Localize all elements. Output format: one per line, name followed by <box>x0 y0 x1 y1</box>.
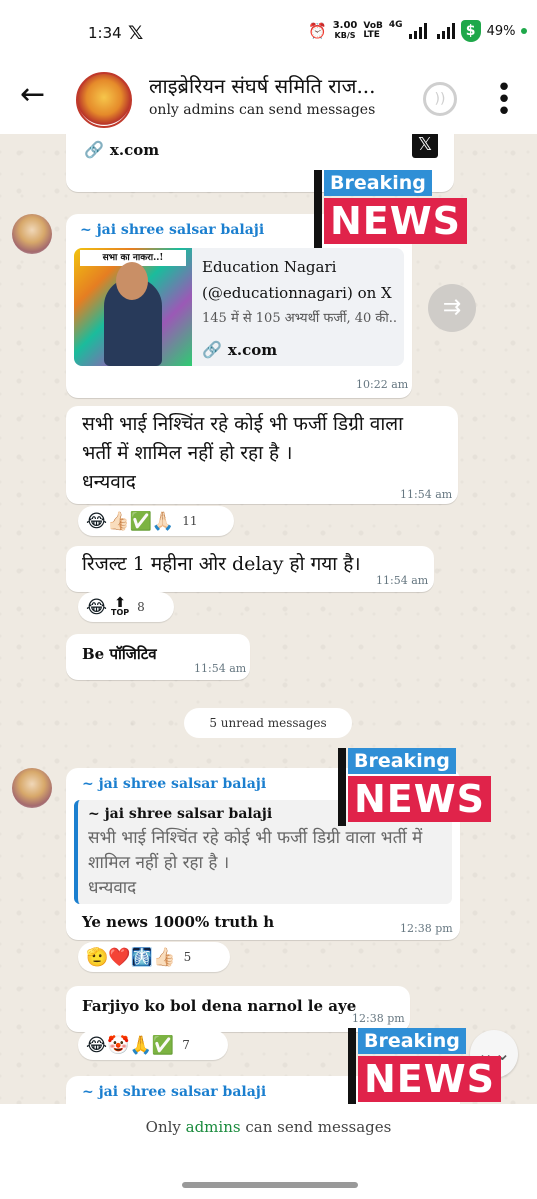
message-time: 10:22 am <box>356 378 409 391</box>
message-text: रिजल्ट 1 महीना ओर delay हो गया है। <box>82 553 361 575</box>
breaking-news-overlay: Breaking NEWS <box>348 1028 508 1104</box>
status-time: 1:34 <box>88 24 122 42</box>
overlay-bar <box>348 1028 356 1104</box>
sender-avatar[interactable] <box>12 768 52 808</box>
footer-bar: Only admins can send messages <box>0 1104 537 1199</box>
message-reactions[interactable]: 😂 ⬆ TOP 8 <box>78 592 174 622</box>
signal-icon-2 <box>436 23 455 39</box>
quoted-text: सभी भाई निश्चिंत रहे कोई भी फर्जी डिग्री… <box>88 828 423 898</box>
message-reactions[interactable]: 🫡❤️🩻👍🏻 5 <box>78 942 230 972</box>
breaking-label: Breaking <box>324 170 432 196</box>
link-icon: 🔗 <box>202 340 222 359</box>
battery-level: 49% <box>486 23 516 39</box>
message-text: Be पॉजिटिव <box>82 645 157 663</box>
message-text: Farjiyo ko bol dena narnol le aye <box>82 997 357 1015</box>
alarm-icon: ⏰ <box>308 22 327 40</box>
reaction-emojis: 😂🤡🙏✅ <box>86 1034 175 1056</box>
back-arrow-icon[interactable]: ← <box>20 80 52 112</box>
overlay-bar <box>314 170 322 248</box>
reaction-count: 7 <box>182 1038 190 1052</box>
chat-area[interactable]: 🔗 x.com 𝕏 ~ jai shree salsar balaji सभा क… <box>0 134 537 1104</box>
group-name[interactable]: लाइब्रेरियन संघर्ष समिति राज... <box>149 72 409 99</box>
link-domain: 🔗 x.com <box>202 340 278 359</box>
link-thumbnail: सभा का नाकरा..! <box>74 248 192 366</box>
reaction-count: 8 <box>137 600 145 614</box>
network-speed: 3.00 KB/S <box>332 20 358 41</box>
overlay-bar <box>338 748 346 826</box>
message-time: 12:38 pm <box>400 922 453 935</box>
link-description: 145 में से 105 अभ्यर्थी फर्जी, 40 की... <box>202 311 398 326</box>
reaction-emoji: 😂 <box>86 596 108 618</box>
message-text: सभी भाई निश्चिंत रहे कोई भी फर्जी डिग्री… <box>82 413 404 493</box>
volte-indicator: VoB LTE <box>363 21 383 40</box>
shield-icon: $ <box>460 20 481 42</box>
top-emoji-icon: ⬆ TOP <box>111 595 130 617</box>
message-time: 12:38 pm <box>352 1012 405 1025</box>
privacy-dot-icon <box>521 28 528 34</box>
link-preview-card[interactable]: सभा का नाकरा..! Education Nagari (@educa… <box>74 248 404 366</box>
sender-avatar[interactable] <box>12 214 52 254</box>
message-sender[interactable]: ~ jai shree salsar balaji <box>82 1084 266 1100</box>
unread-divider: 5 unread messages <box>184 708 352 738</box>
signal-icon <box>408 23 427 39</box>
reaction-count: 5 <box>183 950 192 964</box>
message-bubble[interactable]: सभी भाई निश्चिंत रहे कोई भी फर्जी डिग्री… <box>66 406 458 504</box>
link-icon: 🔗 <box>84 140 104 159</box>
breaking-news-overlay: Breaking NEWS <box>338 748 498 826</box>
more-options-icon[interactable]: • • • <box>492 75 516 125</box>
link-domain[interactable]: 🔗 x.com <box>84 140 159 159</box>
admins-link[interactable]: admins <box>186 1118 241 1136</box>
breaking-label: Breaking <box>358 1028 466 1054</box>
group-avatar[interactable] <box>76 72 132 128</box>
link-title: Education Nagari <box>202 258 337 276</box>
status-icons: ⏰ 3.00 KB/S VoB LTE 4G $ 49% <box>308 20 528 42</box>
news-label: NEWS <box>324 198 468 244</box>
message-time: 11:54 am <box>400 488 453 501</box>
message-time: 11:54 am <box>194 662 247 675</box>
forward-icon[interactable]: ⇉ <box>428 284 476 332</box>
reaction-emojis: 🫡❤️🩻👍🏻 <box>86 946 176 968</box>
quoted-sender: ~ jai shree salsar balaji <box>88 806 273 822</box>
breaking-news-overlay: Breaking NEWS <box>314 170 474 248</box>
message-sender[interactable]: ~ jai shree salsar balaji <box>80 222 264 238</box>
thumbnail-head <box>116 262 148 300</box>
voice-chat-icon[interactable]: )) <box>423 82 457 116</box>
message-time: 11:54 am <box>376 574 429 587</box>
link-title-handle: (@educationnagari) on X <box>202 284 392 302</box>
gesture-handle[interactable] <box>182 1182 358 1188</box>
news-label: NEWS <box>358 1056 502 1102</box>
message-bubble[interactable]: रिजल्ट 1 महीना ओर delay हो गया है। 11:54… <box>66 546 434 592</box>
reaction-emojis: 😂👍🏻✅🙏🏻 <box>86 510 175 532</box>
chat-header: ← लाइब्रेरियन संघर्ष समिति राज... only a… <box>0 66 537 134</box>
message-bubble[interactable]: Farjiyo ko bol dena narnol le aye 12:38 … <box>66 986 410 1032</box>
group-subtitle: only admins can send messages <box>149 102 376 118</box>
message-bubble[interactable]: Be पॉजिटिव 11:54 am <box>66 634 250 680</box>
message-text: Ye news 1000% truth h <box>82 913 275 931</box>
status-bar: 1:34 𝕏 ⏰ 3.00 KB/S VoB LTE 4G $ 49% <box>0 0 537 66</box>
breaking-label: Breaking <box>348 748 456 774</box>
x-logo-icon: 𝕏 <box>412 134 438 158</box>
x-app-icon: 𝕏 <box>128 22 144 44</box>
reaction-count: 11 <box>182 514 198 528</box>
admin-only-notice: Only admins can send messages <box>145 1118 392 1136</box>
message-reactions[interactable]: 😂👍🏻✅🙏🏻 11 <box>78 506 234 536</box>
message-reactions[interactable]: 😂🤡🙏✅ 7 <box>78 1030 228 1060</box>
network-type: 4G <box>388 20 403 30</box>
message-sender[interactable]: ~ jai shree salsar balaji <box>82 776 266 792</box>
news-label: NEWS <box>348 776 492 822</box>
